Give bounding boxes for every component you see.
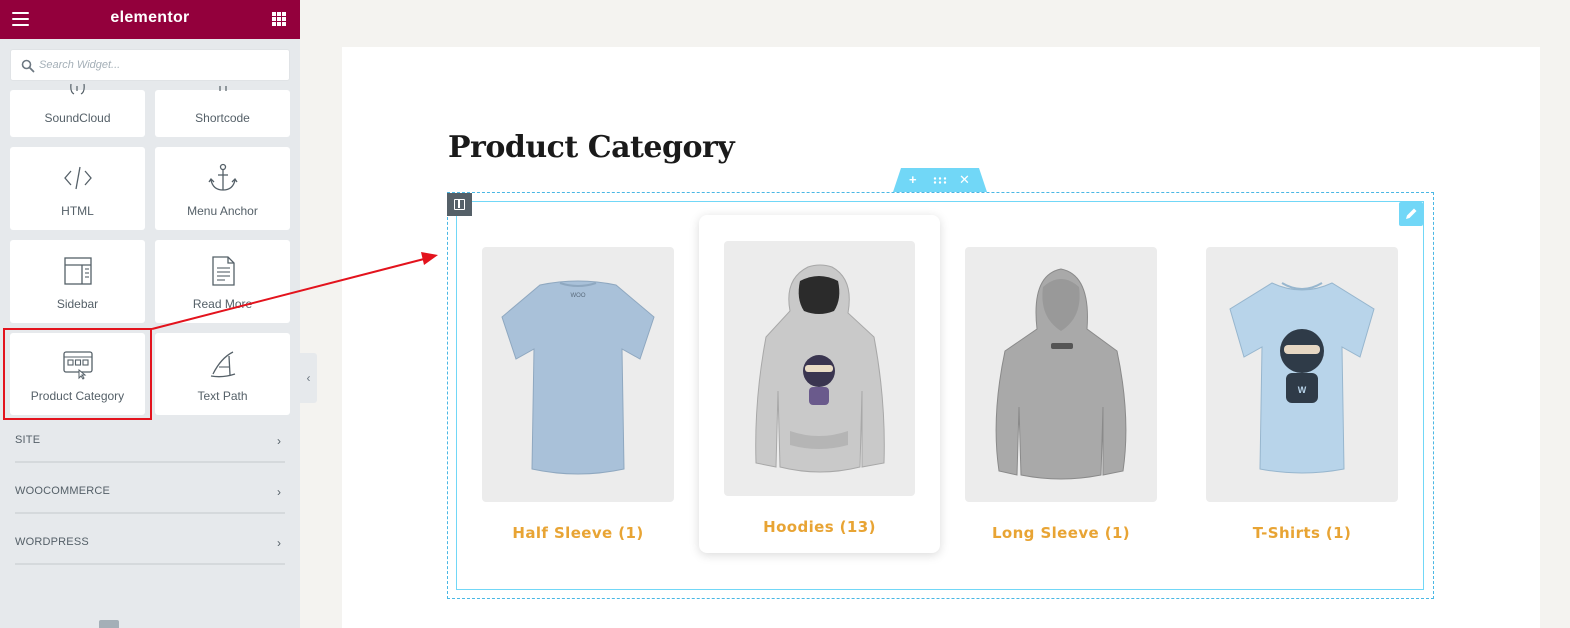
product-category-icon xyxy=(62,351,93,380)
product-title: Hoodies (13) xyxy=(763,518,876,536)
widget-sidebar[interactable]: Sidebar xyxy=(10,240,145,323)
search-input[interactable] xyxy=(39,50,284,80)
search-box xyxy=(10,49,290,81)
column-handle[interactable] xyxy=(447,193,472,216)
product-title: Long Sleeve (1) xyxy=(991,524,1131,542)
category-site[interactable]: SITE › xyxy=(15,434,285,484)
elementor-logo: elementor xyxy=(110,9,190,26)
product-image: W xyxy=(1206,247,1398,502)
widget-label: HTML xyxy=(61,204,94,218)
widget-product-category[interactable]: Product Category xyxy=(10,333,145,415)
divider xyxy=(15,563,285,565)
product-category-card[interactable]: W T-Shirts (1) xyxy=(1206,247,1398,547)
column-icon xyxy=(454,199,465,210)
widget-label: Text Path xyxy=(197,389,248,403)
code-icon xyxy=(63,166,92,190)
product-category-card[interactable]: Hoodies (13) xyxy=(699,215,940,553)
chevron-right-icon: › xyxy=(277,536,281,550)
widget-menu-anchor[interactable]: Menu Anchor xyxy=(155,147,290,230)
tshirt-back-icon: WOO xyxy=(501,280,655,475)
text-path-icon xyxy=(210,351,235,378)
product-category-card[interactable]: WOO Half Sleeve (1) xyxy=(482,247,674,547)
anchor-icon xyxy=(207,163,238,191)
widget-label: SoundCloud xyxy=(44,111,111,125)
sidebar-icon xyxy=(63,257,92,285)
close-icon[interactable]: ✕ xyxy=(959,172,970,188)
soundcloud-icon xyxy=(70,84,85,95)
product-category-card[interactable]: Long Sleeve (1) xyxy=(965,247,1157,547)
product-title: T-Shirts (1) xyxy=(1252,524,1352,542)
svg-text:W: W xyxy=(1298,385,1307,395)
chevron-right-icon: › xyxy=(277,485,281,499)
widget-read-more[interactable]: Read More xyxy=(155,240,290,323)
product-title: Half Sleeve (1) xyxy=(512,524,644,542)
widget-text-path[interactable]: Text Path xyxy=(155,333,290,415)
tshirt-front-icon: W xyxy=(1229,282,1375,474)
collapse-panel-button[interactable]: ‹ xyxy=(300,353,317,403)
edit-widget-button[interactable] xyxy=(1399,202,1423,226)
apps-grid-icon[interactable] xyxy=(272,12,286,26)
widget-label: Shortcode xyxy=(195,111,250,125)
drag-handle-icon[interactable] xyxy=(933,177,947,184)
svg-text:WOO: WOO xyxy=(571,293,586,299)
category-label: WOOCOMMERCE xyxy=(15,485,111,497)
pencil-icon xyxy=(1406,208,1417,219)
product-image: WOO xyxy=(482,247,674,502)
widget-shortcode[interactable]: Shortcode xyxy=(155,86,290,137)
add-section-icon[interactable]: + xyxy=(909,172,917,188)
section-handle: + ✕ xyxy=(893,168,987,192)
widget-label: Read More xyxy=(192,297,253,311)
panel-header: elementor xyxy=(0,0,300,39)
search-icon xyxy=(21,59,35,73)
divider xyxy=(15,512,285,514)
shortcode-icon xyxy=(219,86,227,91)
widget-label: Product Category xyxy=(30,389,125,403)
category-label: WORDPRESS xyxy=(15,536,89,548)
category-wordpress[interactable]: WORDPRESS › xyxy=(15,536,285,586)
widget-soundcloud[interactable]: SoundCloud xyxy=(10,84,145,137)
widget-html[interactable]: HTML xyxy=(10,147,145,230)
page-heading: Product Category xyxy=(448,130,735,165)
product-image xyxy=(965,247,1157,502)
divider xyxy=(15,461,285,463)
chevron-right-icon: › xyxy=(277,434,281,448)
widget-panel: elementor SoundCloud Shortcode xyxy=(0,0,300,628)
document-icon xyxy=(211,256,235,286)
category-woocommerce[interactable]: WOOCOMMERCE › xyxy=(15,485,285,535)
footer-icon[interactable] xyxy=(99,620,119,628)
widget-label: Menu Anchor xyxy=(187,204,258,218)
hoodie-front-icon xyxy=(755,264,885,473)
hoodie-back-icon xyxy=(995,268,1127,480)
widget-label: Sidebar xyxy=(56,297,99,311)
product-image xyxy=(724,241,915,496)
category-label: SITE xyxy=(15,434,41,446)
